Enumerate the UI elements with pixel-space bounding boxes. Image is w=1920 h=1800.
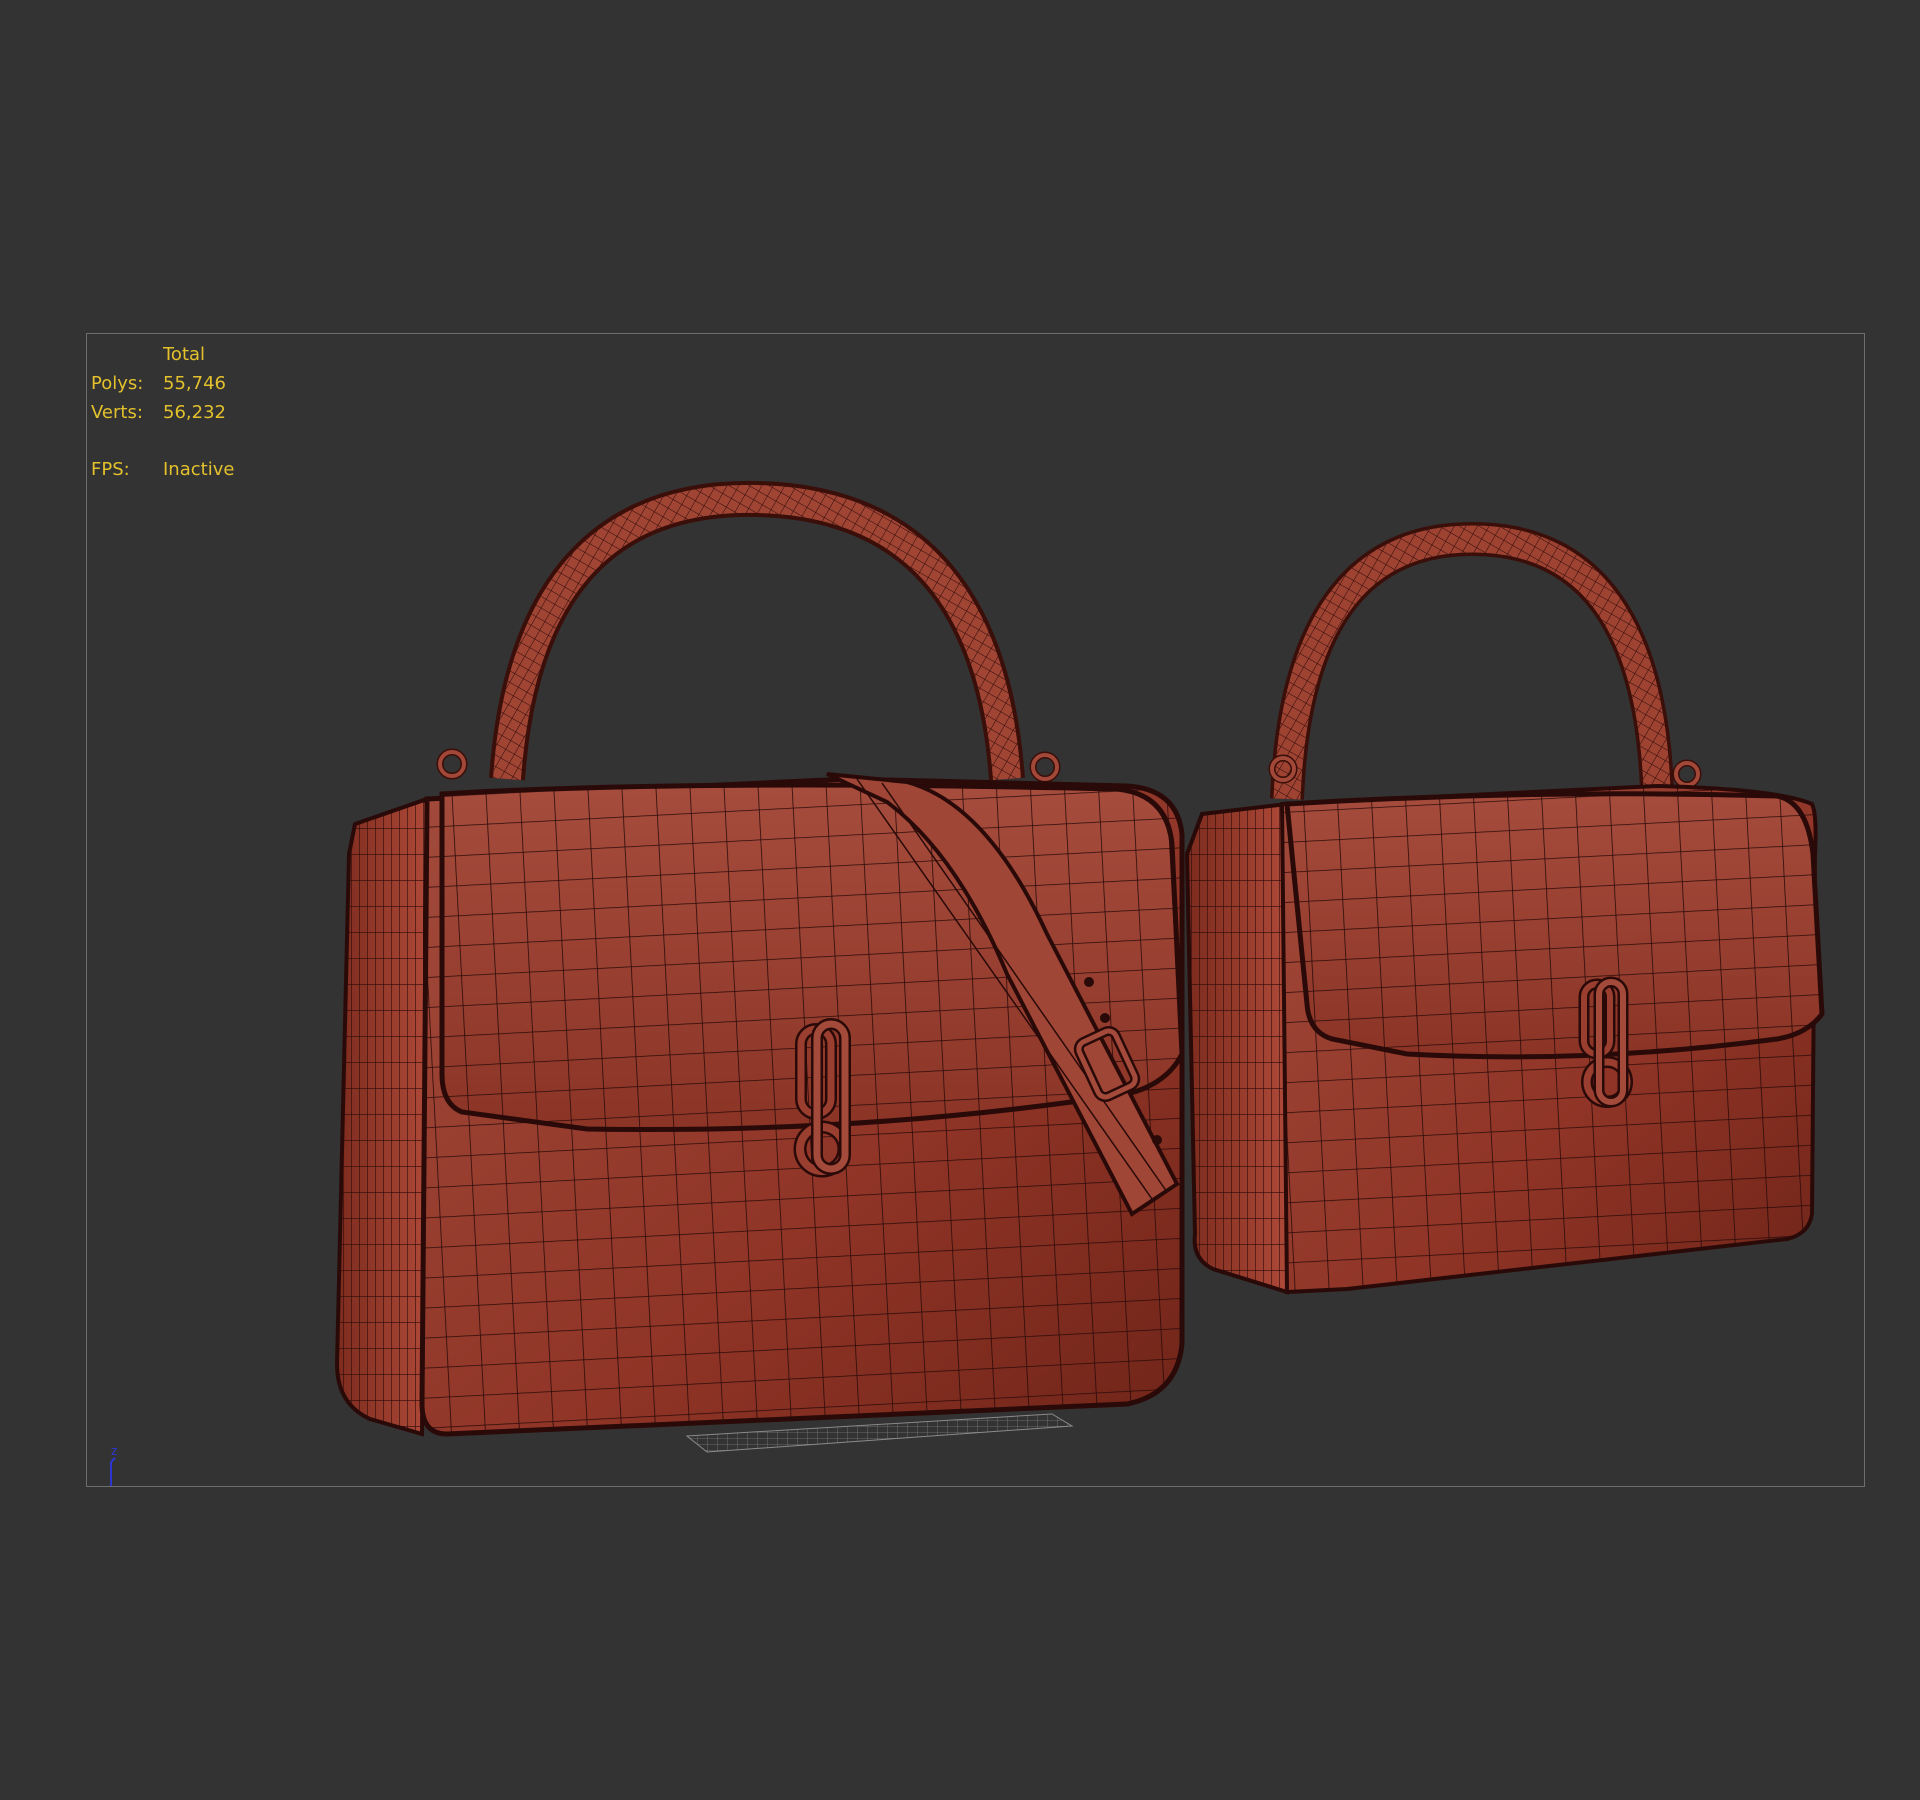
polys-value: 55,746	[163, 373, 226, 394]
polys-label: Polys:	[91, 373, 144, 394]
handbag-large-handle	[489, 480, 1025, 781]
handbag-large[interactable]	[332, 480, 1192, 1444]
fps-label: FPS:	[91, 459, 130, 480]
handbag-small[interactable]	[1182, 521, 1827, 1304]
stats-header: Total	[163, 344, 206, 365]
verts-label: Verts:	[91, 402, 143, 423]
scene-render[interactable]	[87, 334, 1865, 1487]
axis-z-label: z	[111, 1444, 118, 1458]
fps-value: Inactive	[163, 459, 235, 480]
axis-gizmo	[110, 1457, 116, 1486]
3d-viewport[interactable]: Total Polys: 55,746 Verts: 56,232 FPS: I…	[86, 333, 1865, 1487]
verts-value: 56,232	[163, 402, 226, 423]
